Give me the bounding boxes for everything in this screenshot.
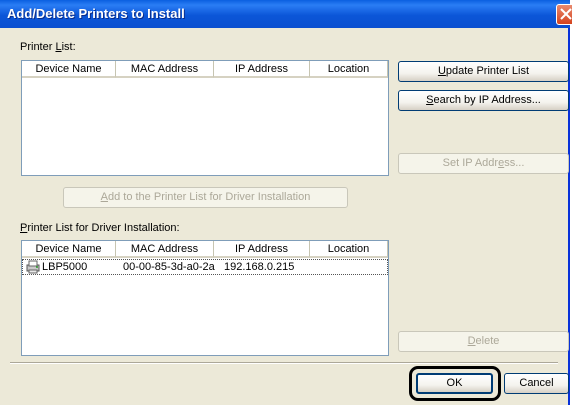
column-location[interactable]: Location	[310, 241, 388, 258]
driver-list-label: Printer List for Driver Installation:	[20, 222, 180, 234]
update-printer-list-button[interactable]: Update Printer List	[398, 61, 569, 82]
printer-list-label: Printer List:	[20, 41, 76, 53]
add-to-driver-list-button[interactable]: Add to the Printer List for Driver Insta…	[63, 187, 348, 208]
column-ip-address[interactable]: IP Address	[214, 61, 310, 78]
cancel-button[interactable]: Cancel	[504, 373, 569, 394]
device-name-cell: LBP5000	[42, 261, 88, 273]
column-mac-address[interactable]: MAC Address	[116, 241, 214, 258]
callout-ring	[409, 366, 501, 401]
column-ip-address[interactable]: IP Address	[214, 241, 310, 258]
printer-list-header: Device Name MAC Address IP Address Locat…	[22, 61, 388, 78]
search-by-ip-button[interactable]: Search by IP Address...	[398, 90, 569, 111]
driver-install-list[interactable]: Device Name MAC Address IP Address Locat…	[21, 240, 389, 356]
set-ip-address-button[interactable]: Set IP Address...	[398, 153, 569, 174]
mac-address-cell: 00-00-85-3d-a0-2a	[123, 261, 215, 273]
dialog-window: Add/Delete Printers to Install Printer L…	[0, 0, 572, 405]
divider	[10, 362, 558, 364]
column-device-name[interactable]: Device Name	[22, 61, 116, 78]
close-button[interactable]	[556, 4, 572, 25]
driver-list-header: Device Name MAC Address IP Address Locat…	[22, 241, 388, 258]
ip-address-cell: 192.168.0.215	[224, 261, 295, 273]
window-title: Add/Delete Printers to Install	[7, 6, 185, 21]
printer-list[interactable]: Device Name MAC Address IP Address Locat…	[21, 60, 389, 176]
table-row[interactable]: LBP5000 00-00-85-3d-a0-2a 192.168.0.215	[22, 259, 388, 275]
column-mac-address[interactable]: MAC Address	[116, 61, 214, 78]
column-device-name[interactable]: Device Name	[22, 241, 116, 258]
title-bar[interactable]: Add/Delete Printers to Install	[0, 0, 572, 28]
delete-button[interactable]: Delete	[398, 331, 569, 352]
close-icon	[560, 8, 572, 20]
column-location[interactable]: Location	[310, 61, 388, 78]
printer-icon	[26, 260, 40, 274]
